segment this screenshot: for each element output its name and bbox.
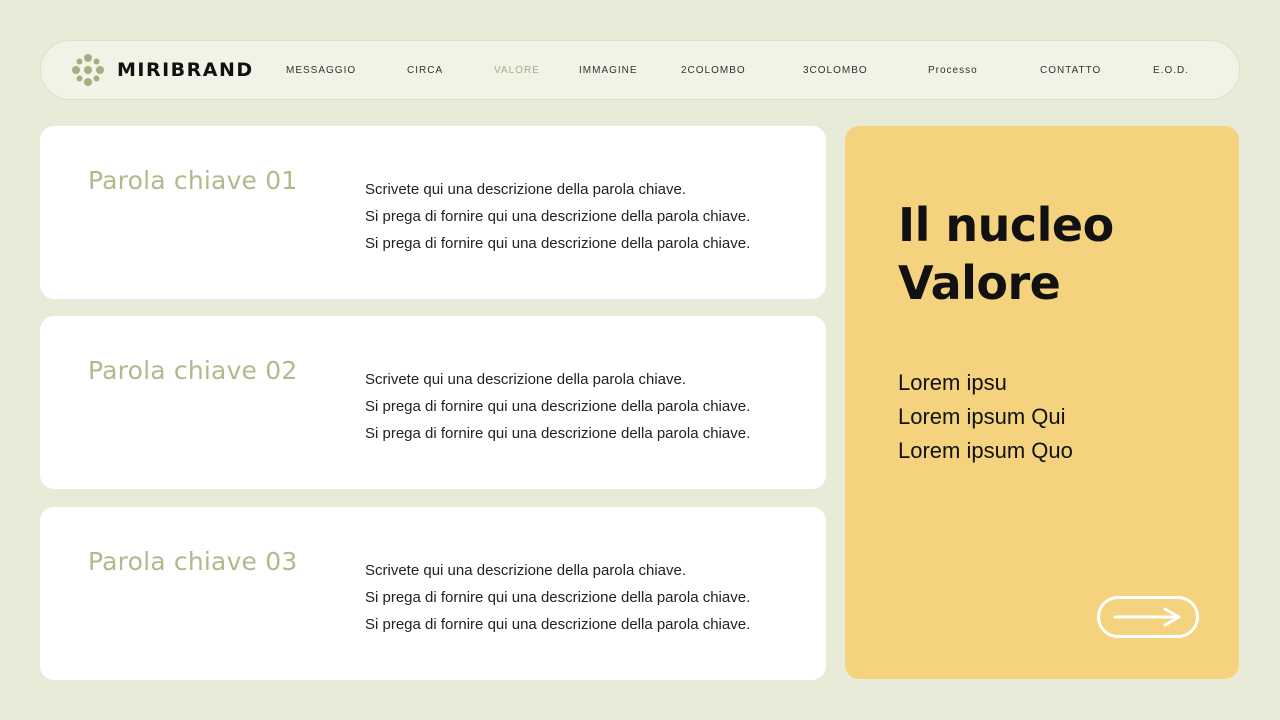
keyword-title: Parola chiave 03 (88, 547, 298, 576)
keyword-description: Scrivete qui una descrizione della parol… (365, 557, 750, 638)
panel-title-line: Il nucleo (898, 198, 1114, 252)
flower-dots-icon (72, 54, 104, 86)
panel-title-line: Valore (898, 256, 1061, 310)
panel-list-item: Lorem ipsum Quo (898, 438, 1073, 463)
keyword-card-3: Parola chiave 03 Scrivete qui una descri… (40, 507, 826, 680)
panel-title: Il nucleo Valore (898, 196, 1198, 312)
nav-item-circa[interactable]: CIRCA (407, 65, 443, 76)
next-arrow-button[interactable] (1097, 596, 1199, 638)
brand[interactable]: MIRIBRAND (71, 53, 285, 87)
core-value-panel: Il nucleo Valore Lorem ipsu Lorem ipsum … (845, 126, 1239, 679)
arrow-right-icon (1113, 607, 1181, 627)
nav-item-2colombo[interactable]: 2COLOMBO (681, 65, 746, 76)
keyword-title: Parola chiave 02 (88, 356, 298, 385)
nav-item-immagine[interactable]: IMMAGINE (579, 65, 638, 76)
keyword-description: Scrivete qui una descrizione della parol… (365, 176, 750, 257)
nav-item-eod[interactable]: E.O.D. (1153, 65, 1189, 76)
nav-item-valore[interactable]: VALORE (494, 65, 540, 76)
description-line: Si prega di fornire qui una descrizione … (365, 398, 751, 415)
description-line: Scrivete qui una descrizione della parol… (365, 181, 687, 198)
keyword-card-2: Parola chiave 02 Scrivete qui una descri… (40, 316, 826, 489)
description-line: Si prega di fornire qui una descrizione … (365, 235, 751, 252)
keyword-description: Scrivete qui una descrizione della parol… (365, 366, 750, 447)
description-line: Scrivete qui una descrizione della parol… (365, 562, 687, 579)
description-line: Si prega di fornire qui una descrizione … (365, 589, 751, 606)
panel-list-item: Lorem ipsu (898, 370, 1007, 395)
panel-list-item: Lorem ipsum Qui (898, 404, 1066, 429)
panel-list: Lorem ipsu Lorem ipsum Qui Lorem ipsum Q… (898, 366, 1073, 468)
top-navigation-bar: MIRIBRAND MESSAGGIO CIRCA VALORE IMMAGIN… (40, 40, 1240, 100)
keyword-title: Parola chiave 01 (88, 166, 298, 195)
description-line: Scrivete qui una descrizione della parol… (365, 371, 687, 388)
description-line: Si prega di fornire qui una descrizione … (365, 425, 751, 442)
nav-item-processo[interactable]: Processo (928, 65, 978, 76)
description-line: Si prega di fornire qui una descrizione … (365, 208, 751, 225)
description-line: Si prega di fornire qui una descrizione … (365, 616, 751, 633)
nav-item-messaggio[interactable]: MESSAGGIO (286, 65, 356, 76)
keyword-card-1: Parola chiave 01 Scrivete qui una descri… (40, 126, 826, 299)
nav-item-3colombo[interactable]: 3COLOMBO (803, 65, 868, 76)
brand-name: MIRIBRAND (117, 59, 254, 81)
nav-item-contatto[interactable]: CONTATTO (1040, 65, 1101, 76)
